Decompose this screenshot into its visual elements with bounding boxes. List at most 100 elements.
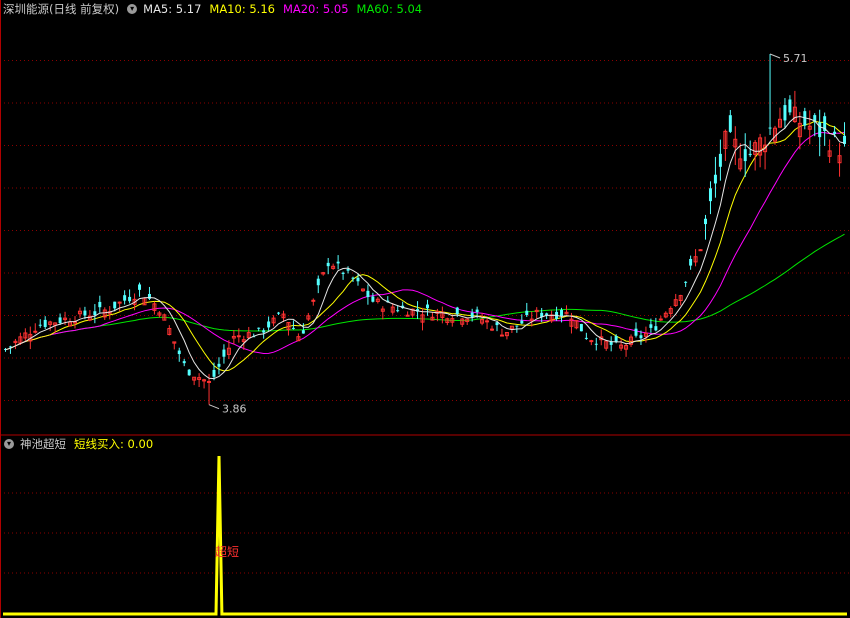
candlestick <box>654 317 658 332</box>
candle-body <box>212 369 216 377</box>
candle-body <box>684 281 688 283</box>
candle-body <box>257 327 261 329</box>
candle-body <box>718 153 722 167</box>
candle-body <box>425 304 429 309</box>
candle-body <box>589 340 594 343</box>
candlestick <box>306 312 311 321</box>
candlestick <box>375 297 380 304</box>
candlestick <box>177 347 181 362</box>
candlestick <box>673 293 678 307</box>
candlestick <box>589 339 594 346</box>
candlestick <box>704 214 707 240</box>
candle-body <box>658 318 663 321</box>
candlestick <box>485 317 490 330</box>
candle-body <box>182 361 186 364</box>
candlestick <box>624 342 629 357</box>
candle-body <box>490 328 495 331</box>
candlestick <box>311 298 316 306</box>
candle-body <box>117 301 122 304</box>
candle-body <box>98 301 102 308</box>
candlestick <box>450 314 455 327</box>
candle-body <box>485 320 490 323</box>
candlestick <box>13 338 18 350</box>
candlestick <box>430 312 435 321</box>
candlestick <box>663 311 668 319</box>
candlestick <box>733 126 738 166</box>
candle-body <box>128 296 132 302</box>
candle-body <box>499 334 504 337</box>
candlestick <box>723 129 728 161</box>
candle-body <box>470 312 474 318</box>
candlestick <box>693 249 698 267</box>
candlestick <box>301 323 305 334</box>
candlestick <box>172 341 177 350</box>
candle-body <box>262 330 266 333</box>
candlestick <box>93 304 97 324</box>
candle-body <box>405 314 410 317</box>
candlestick <box>123 290 127 305</box>
candlestick <box>128 289 132 304</box>
signal-label: 超短 <box>215 544 239 559</box>
candle-body <box>520 320 524 324</box>
candlestick <box>192 376 197 386</box>
candlestick <box>23 328 28 343</box>
candlestick <box>579 323 583 332</box>
candle-body <box>83 310 87 316</box>
candlestick <box>291 320 295 330</box>
candlestick <box>504 331 509 340</box>
candlestick <box>202 378 207 389</box>
candlestick <box>102 307 107 320</box>
candlestick <box>217 357 221 375</box>
candle-body <box>222 349 226 357</box>
candlestick <box>38 319 42 328</box>
candle-body <box>236 335 241 338</box>
candle-body <box>301 330 305 334</box>
candlestick <box>157 311 162 318</box>
ma60-line-layer <box>5 233 845 351</box>
candle-body <box>277 312 281 314</box>
candlestick <box>326 257 330 275</box>
candlestick <box>246 326 251 340</box>
candle-body <box>123 295 127 301</box>
candlestick <box>8 345 12 354</box>
candlestick <box>768 54 772 136</box>
stock-chart: 5.71 3.86 超短 <box>0 0 850 618</box>
candle-body <box>371 296 375 302</box>
candlestick <box>763 136 768 170</box>
candle-body <box>704 218 707 225</box>
candlestick <box>555 306 559 321</box>
candle-body <box>818 122 822 138</box>
candlestick <box>529 311 534 327</box>
candle-body <box>560 309 564 317</box>
candlestick <box>48 320 53 331</box>
candle-body <box>634 328 638 336</box>
candle-body <box>783 105 787 121</box>
candlestick <box>187 369 191 376</box>
candlestick <box>360 288 365 292</box>
candle-body <box>698 249 703 252</box>
candlestick <box>346 266 350 274</box>
candlestick <box>117 301 122 312</box>
candle-body <box>396 310 400 312</box>
candle-body <box>177 350 181 355</box>
candlestick <box>738 143 743 172</box>
candlestick <box>366 284 370 305</box>
candle-body <box>713 174 717 184</box>
candle-body <box>689 258 693 266</box>
candlestick <box>98 295 102 313</box>
candlestick <box>72 316 77 329</box>
candle-body <box>33 330 38 333</box>
candle-body <box>525 310 529 316</box>
candle-body <box>833 131 837 135</box>
indicator-panel: 超短 <box>3 455 847 616</box>
candlestick <box>698 249 703 252</box>
candlestick <box>668 306 673 318</box>
candle-body <box>138 284 142 290</box>
candlestick <box>197 373 202 387</box>
candlestick <box>818 109 822 157</box>
candlestick <box>316 275 320 294</box>
candlestick <box>658 315 663 322</box>
ma60-line <box>5 233 845 351</box>
candlestick <box>634 322 638 338</box>
high-marker-arrow <box>769 53 781 59</box>
